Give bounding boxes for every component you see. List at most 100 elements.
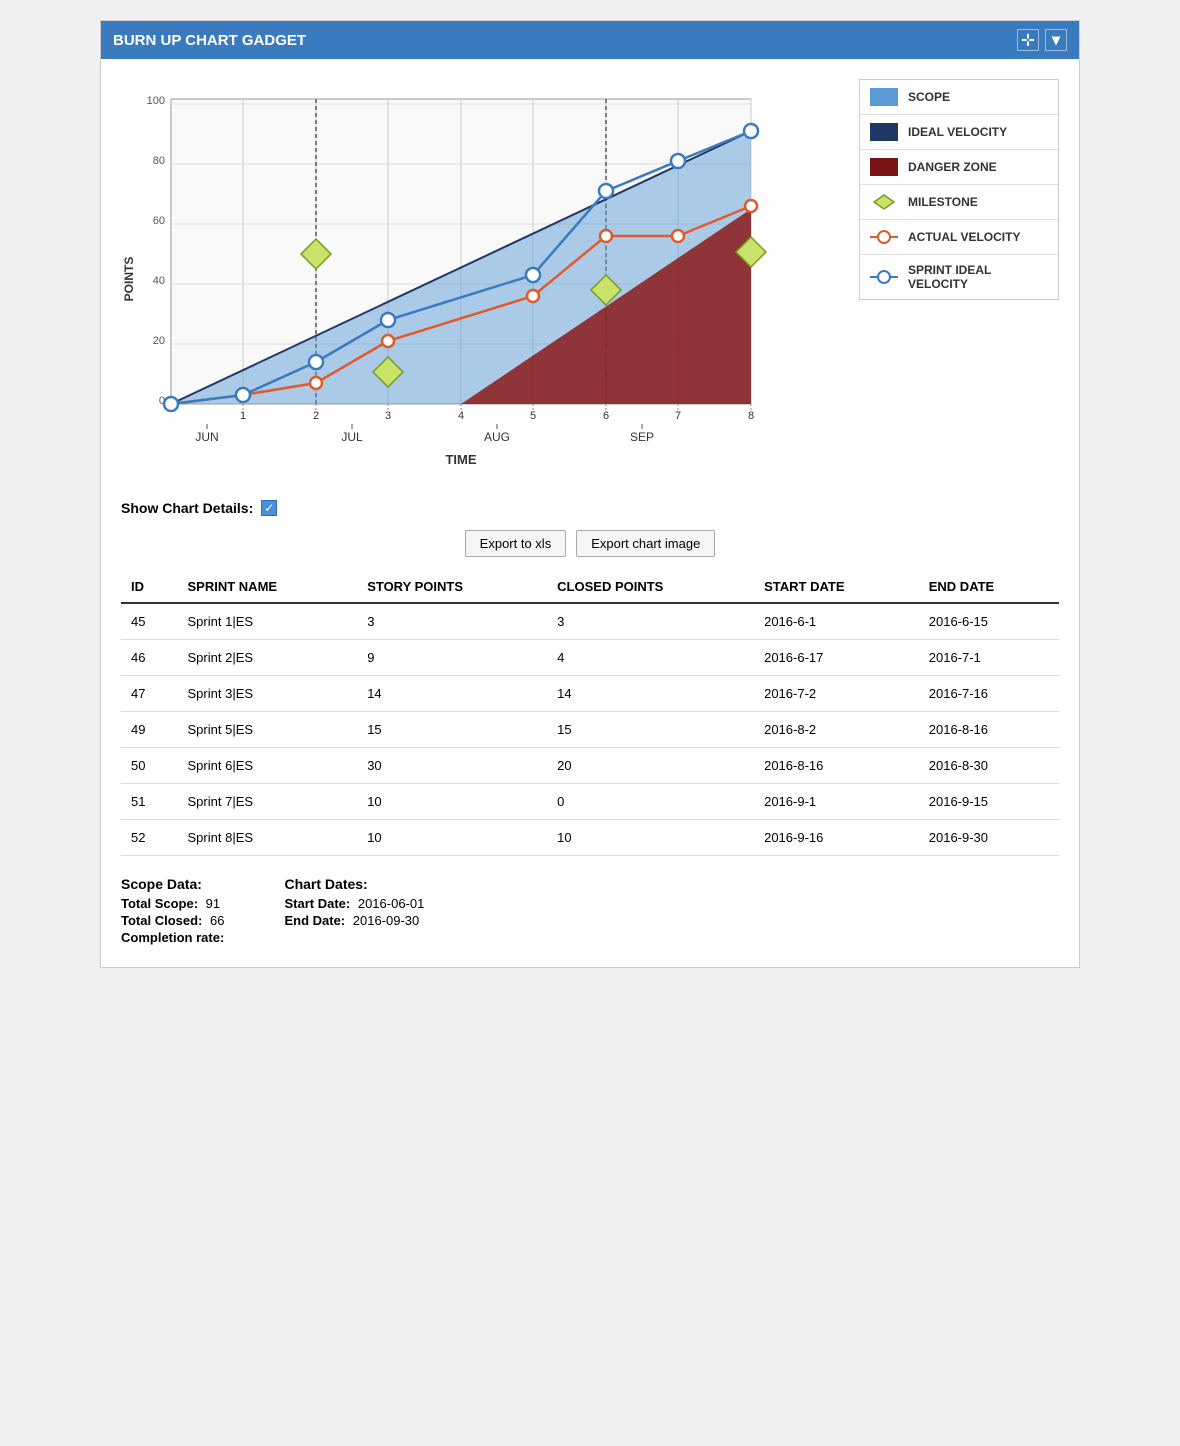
cell-start_date: 2016-9-16	[754, 820, 919, 856]
cell-id: 49	[121, 712, 178, 748]
legend-milestone: MILESTONE	[860, 185, 1058, 220]
sprint-data-table: ID SPRINT NAME STORY POINTS CLOSED POINT…	[121, 571, 1059, 856]
show-chart-details-checkbox[interactable]	[261, 500, 277, 516]
table-header-row: ID SPRINT NAME STORY POINTS CLOSED POINT…	[121, 571, 1059, 603]
legend-danger-zone: DANGER ZONE	[860, 150, 1058, 185]
svg-text:40: 40	[153, 275, 165, 287]
cell-end_date: 2016-7-1	[919, 640, 1059, 676]
cell-sprint_name: Sprint 6|ES	[178, 748, 358, 784]
svg-text:60: 60	[153, 215, 165, 227]
svg-text:20: 20	[153, 335, 165, 347]
ideal-velocity-color	[870, 123, 898, 141]
sprint-ideal-point-6	[599, 184, 613, 198]
start-date-line: Start Date: 2016-06-01	[284, 896, 424, 911]
gadget-container: BURN UP CHART GADGET ⊹ ▾ POINTS 100 80 6…	[100, 20, 1080, 968]
total-closed-value: 66	[210, 913, 224, 928]
cell-end_date: 2016-6-15	[919, 603, 1059, 640]
svg-text:5: 5	[530, 410, 536, 422]
svg-text:8: 8	[748, 410, 754, 422]
cell-story_points: 10	[357, 820, 547, 856]
chart-wrapper: POINTS 100 80 60 40 20 0	[121, 79, 839, 484]
export-image-button[interactable]: Export chart image	[576, 530, 715, 557]
svg-text:7: 7	[675, 410, 681, 422]
col-closed-points: CLOSED POINTS	[547, 571, 754, 603]
chart-area: POINTS 100 80 60 40 20 0	[121, 79, 1059, 484]
cell-sprint_name: Sprint 3|ES	[178, 676, 358, 712]
cell-id: 51	[121, 784, 178, 820]
sprint-ideal-point-3	[381, 313, 395, 327]
cell-story_points: 9	[357, 640, 547, 676]
col-id: ID	[121, 571, 178, 603]
cell-story_points: 3	[357, 603, 547, 640]
move-icon[interactable]: ⊹	[1017, 29, 1039, 51]
chart-details-label: Show Chart Details:	[121, 500, 253, 516]
chart-svg: POINTS 100 80 60 40 20 0	[121, 79, 801, 479]
cell-sprint_name: Sprint 1|ES	[178, 603, 358, 640]
cell-closed_points: 15	[547, 712, 754, 748]
total-scope-line: Total Scope: 91	[121, 896, 224, 911]
svg-text:AUG: AUG	[484, 430, 510, 444]
sprint-ideal-label: SPRINT IDEAL VELOCITY	[908, 263, 991, 291]
cell-sprint_name: Sprint 5|ES	[178, 712, 358, 748]
sprint-ideal-color	[870, 268, 898, 286]
start-date-label: Start Date:	[284, 896, 350, 911]
chart-details-row: Show Chart Details:	[121, 500, 1059, 516]
sprint-ideal-point-1	[236, 388, 250, 402]
svg-text:4: 4	[458, 410, 464, 422]
collapse-icon[interactable]: ▾	[1045, 29, 1067, 51]
cell-closed_points: 10	[547, 820, 754, 856]
chart-legend: SCOPE IDEAL VELOCITY DANGER ZONE MILESTO…	[859, 79, 1059, 300]
completion-rate-label: Completion rate:	[121, 930, 224, 945]
completion-rate-line: Completion rate:	[121, 930, 224, 945]
sprint-ideal-point-2	[309, 355, 323, 369]
export-xls-button[interactable]: Export to xls	[465, 530, 567, 557]
cell-end_date: 2016-8-16	[919, 712, 1059, 748]
sprint-ideal-point-5	[526, 268, 540, 282]
danger-zone-label: DANGER ZONE	[908, 160, 997, 174]
sprint-ideal-point-8	[744, 124, 758, 138]
cell-story_points: 14	[357, 676, 547, 712]
svg-text:2: 2	[313, 410, 319, 422]
svg-text:JUN: JUN	[195, 430, 218, 444]
cell-sprint_name: Sprint 8|ES	[178, 820, 358, 856]
svg-text:6: 6	[603, 410, 609, 422]
cell-closed_points: 4	[547, 640, 754, 676]
table-row: 47Sprint 3|ES14142016-7-22016-7-16	[121, 676, 1059, 712]
svg-text:SEP: SEP	[630, 430, 654, 444]
svg-text:TIME: TIME	[445, 452, 476, 467]
actual-point-2	[310, 377, 322, 389]
svg-text:100: 100	[147, 95, 165, 107]
cell-id: 50	[121, 748, 178, 784]
svg-text:3: 3	[385, 410, 391, 422]
cell-id: 46	[121, 640, 178, 676]
gadget-body: POINTS 100 80 60 40 20 0	[101, 59, 1079, 967]
footer-section: Scope Data: Total Scope: 91 Total Closed…	[121, 876, 1059, 947]
legend-ideal-velocity: IDEAL VELOCITY	[860, 115, 1058, 150]
cell-start_date: 2016-8-2	[754, 712, 919, 748]
cell-sprint_name: Sprint 7|ES	[178, 784, 358, 820]
chart-dates-col: Chart Dates: Start Date: 2016-06-01 End …	[284, 876, 424, 947]
scope-label: SCOPE	[908, 90, 950, 104]
cell-closed_points: 0	[547, 784, 754, 820]
total-closed-label: Total Closed:	[121, 913, 202, 928]
cell-end_date: 2016-9-15	[919, 784, 1059, 820]
actual-point-3	[382, 335, 394, 347]
svg-text:JUL: JUL	[341, 430, 363, 444]
table-row: 50Sprint 6|ES30202016-8-162016-8-30	[121, 748, 1059, 784]
chart-dates-title: Chart Dates:	[284, 876, 424, 892]
col-sprint-name: SPRINT NAME	[178, 571, 358, 603]
cell-id: 52	[121, 820, 178, 856]
milestone-label: MILESTONE	[908, 195, 978, 209]
cell-end_date: 2016-8-30	[919, 748, 1059, 784]
header-icons: ⊹ ▾	[1017, 29, 1067, 51]
ideal-velocity-label: IDEAL VELOCITY	[908, 125, 1007, 139]
cell-id: 45	[121, 603, 178, 640]
table-row: 51Sprint 7|ES1002016-9-12016-9-15	[121, 784, 1059, 820]
svg-text:POINTS: POINTS	[122, 257, 136, 302]
table-row: 46Sprint 2|ES942016-6-172016-7-1	[121, 640, 1059, 676]
col-start-date: START DATE	[754, 571, 919, 603]
actual-velocity-color	[870, 228, 898, 246]
legend-scope: SCOPE	[860, 80, 1058, 115]
cell-closed_points: 3	[547, 603, 754, 640]
cell-start_date: 2016-6-17	[754, 640, 919, 676]
